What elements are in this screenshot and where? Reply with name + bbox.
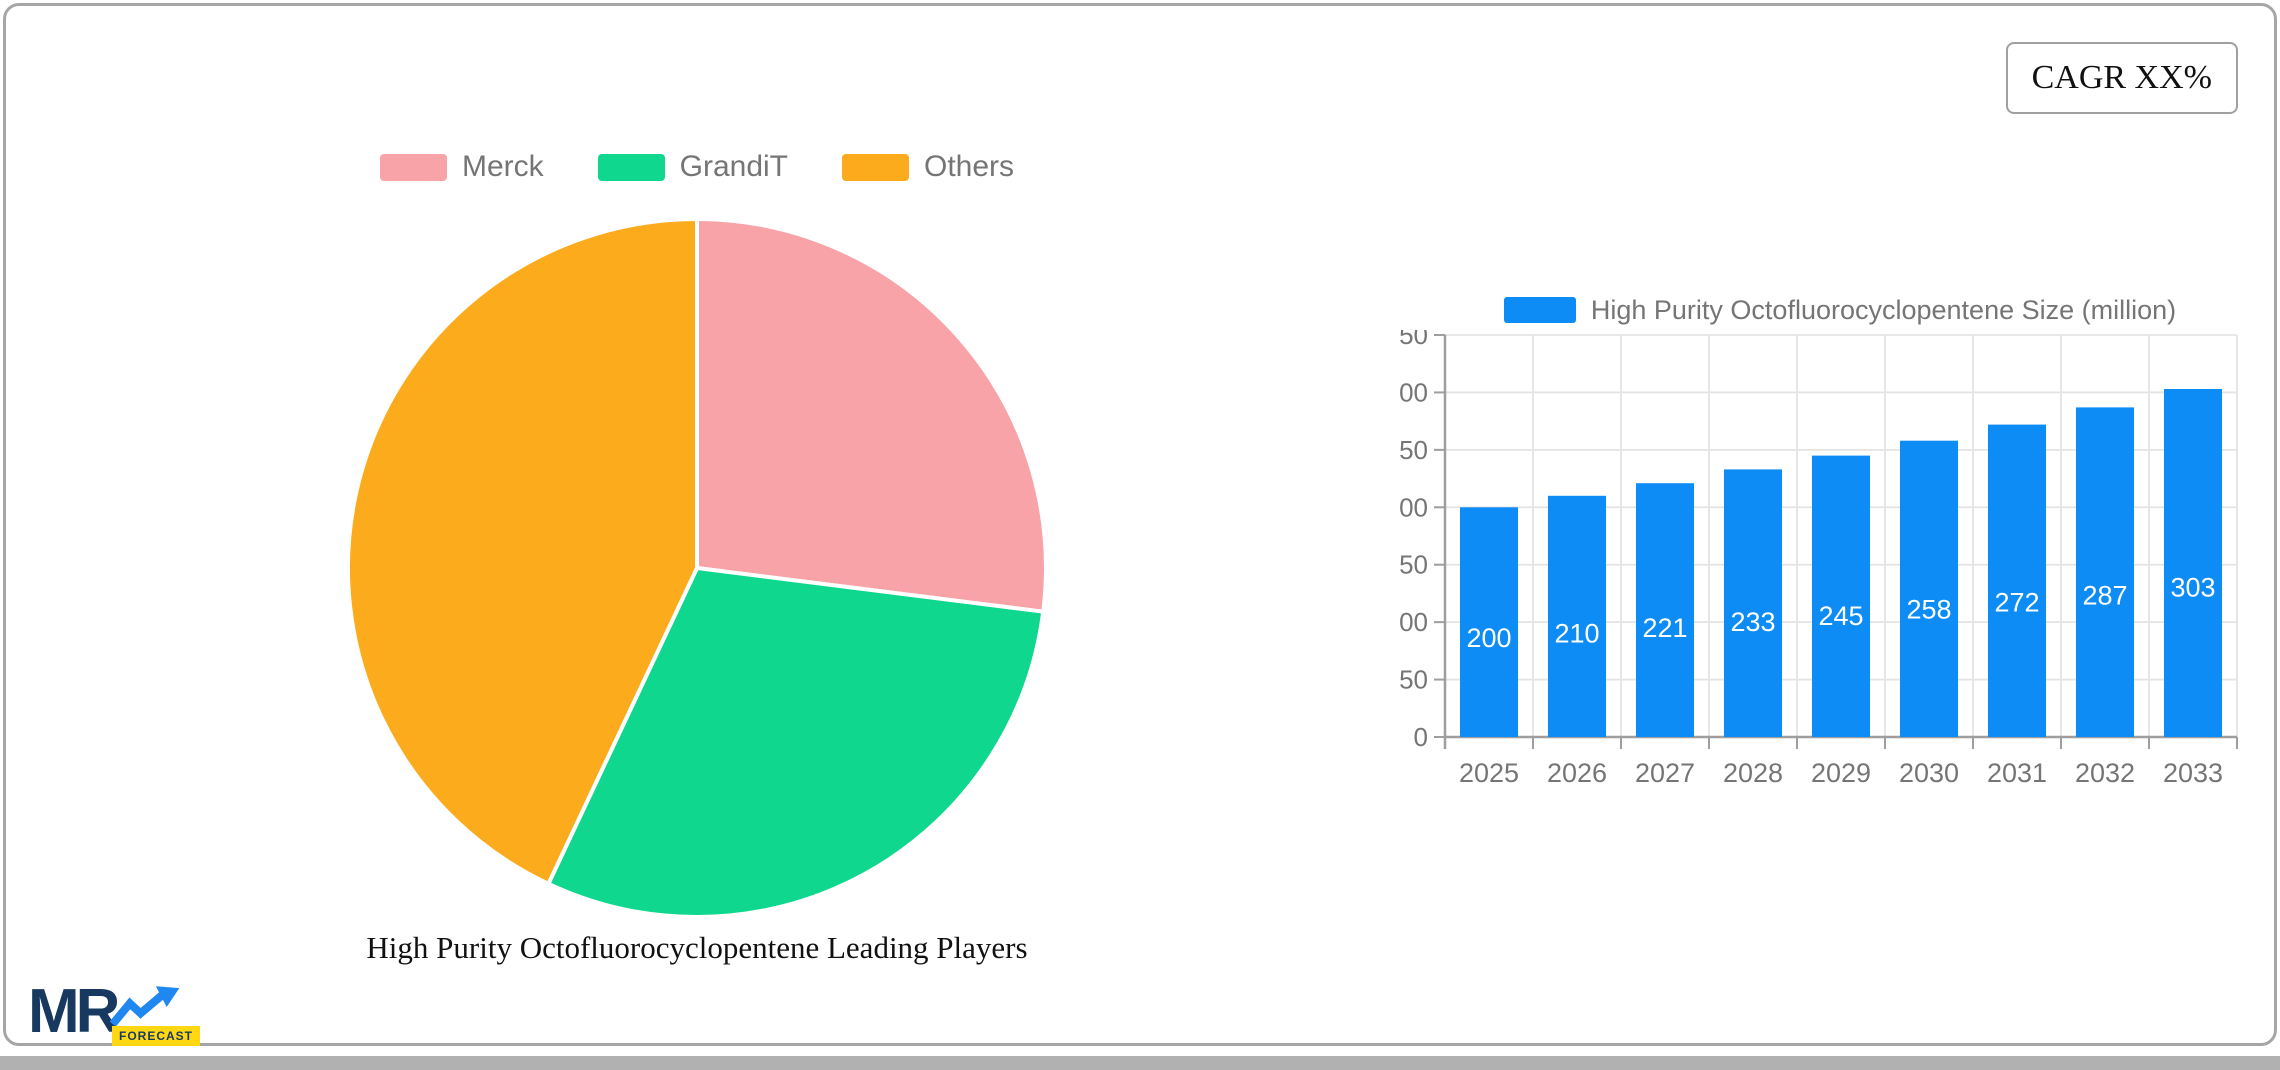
bar-2028[interactable] xyxy=(1724,469,1782,737)
y-tick-label: 50 xyxy=(1400,665,1428,695)
bar-value-label: 221 xyxy=(1642,613,1687,643)
bar-legend[interactable]: High Purity Octofluorocyclopentene Size … xyxy=(1400,290,2280,330)
x-category-label: 2033 xyxy=(2163,758,2223,788)
x-category-label: 2030 xyxy=(1899,758,1959,788)
x-category-label: 2029 xyxy=(1811,758,1871,788)
bar-2033[interactable] xyxy=(2164,389,2222,737)
bottom-edge-bar xyxy=(0,1056,2280,1070)
cagr-label: CAGR XX% xyxy=(2031,59,2212,96)
bar-value-label: 233 xyxy=(1730,607,1775,637)
legend-swatch xyxy=(597,153,665,181)
logo-mr-text: MR xyxy=(28,977,120,1046)
logo-forecast-text: FORECAST xyxy=(112,1026,200,1046)
x-category-label: 2032 xyxy=(2075,758,2135,788)
pie-slice-merck[interactable] xyxy=(695,217,1048,614)
pie-chart xyxy=(344,215,1050,921)
pie-legend-item-grandit[interactable]: GrandiT xyxy=(597,150,788,184)
bar-2027[interactable] xyxy=(1636,483,1694,737)
cagr-badge: CAGR XX% xyxy=(2005,42,2238,114)
x-category-label: 2031 xyxy=(1987,758,2047,788)
x-category-label: 2026 xyxy=(1547,758,1607,788)
bar-2026[interactable] xyxy=(1548,495,1606,737)
x-category-label: 2027 xyxy=(1635,758,1695,788)
bar-2032[interactable] xyxy=(2076,407,2134,737)
bar-legend-label: High Purity Octofluorocyclopentene Size … xyxy=(1590,294,2177,325)
legend-label: GrandiT xyxy=(679,150,788,183)
bar-2031[interactable] xyxy=(1988,424,2046,737)
y-tick-label: 0 xyxy=(1414,722,1428,752)
bar-2029[interactable] xyxy=(1812,455,1870,737)
bar-legend-swatch xyxy=(1503,297,1576,323)
y-tick-label: 250 xyxy=(1400,435,1428,465)
bar-value-label: 245 xyxy=(1818,601,1863,631)
pie-legend: Merck GrandiT Others xyxy=(0,150,1394,184)
bar-value-label: 200 xyxy=(1466,623,1511,653)
y-tick-label: 350 xyxy=(1400,330,1428,350)
bar-value-label: 210 xyxy=(1554,618,1599,648)
y-tick-label: 200 xyxy=(1400,492,1428,522)
pie-chart-title: High Purity Octofluorocyclopentene Leadi… xyxy=(366,930,1028,965)
bar-value-label: 258 xyxy=(1906,595,1951,625)
x-category-label: 2028 xyxy=(1723,758,1783,788)
pie-legend-item-merck[interactable]: Merck xyxy=(379,150,544,184)
legend-swatch xyxy=(379,153,447,181)
legend-label: Others xyxy=(924,150,1015,183)
bar-2030[interactable] xyxy=(1900,440,1958,737)
y-tick-label: 150 xyxy=(1400,550,1428,580)
mr-forecast-logo: MR FORECAST xyxy=(28,977,200,1050)
bar-chart: 0 50 100 150 200 250 300 350 200 2025 210 2026 221 20… xyxy=(1385,320,2280,830)
legend-label: Merck xyxy=(461,150,544,183)
trend-arrow-icon xyxy=(110,986,180,1027)
x-category-label: 2025 xyxy=(1459,758,1519,788)
y-tick-label: 100 xyxy=(1400,607,1428,637)
pie-legend-item-others[interactable]: Others xyxy=(842,150,1014,184)
bar-value-label: 272 xyxy=(1994,588,2039,618)
bar-2025[interactable] xyxy=(1460,507,1518,737)
bar-value-label: 303 xyxy=(2170,572,2215,602)
y-tick-label: 300 xyxy=(1400,377,1428,407)
legend-swatch xyxy=(842,153,909,181)
bar-chart-panel: High Purity Octofluorocyclopentene Size … xyxy=(1385,290,2280,835)
bar-value-label: 287 xyxy=(2082,580,2127,610)
